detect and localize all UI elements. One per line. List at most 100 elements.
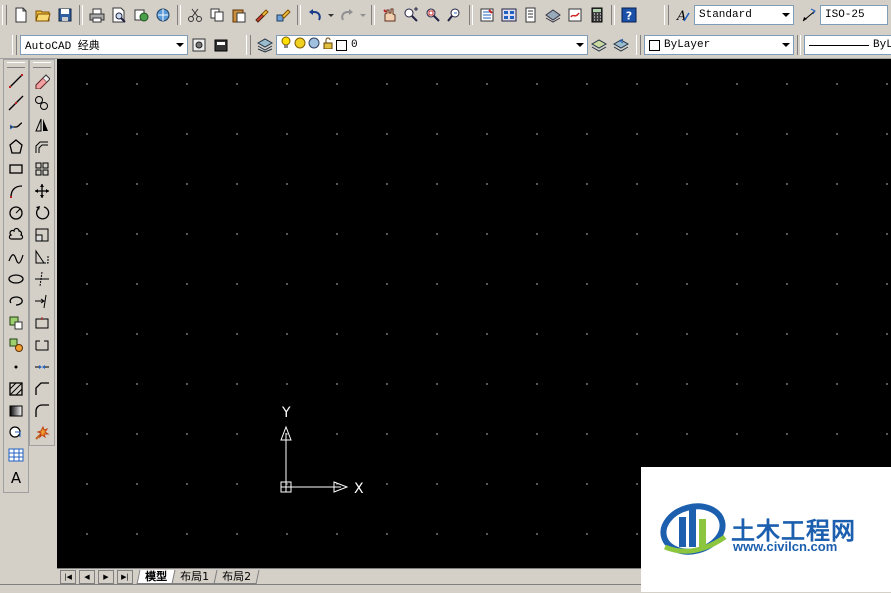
workspace-settings-icon[interactable] — [188, 34, 210, 56]
offset-icon[interactable] — [31, 136, 53, 158]
mirror-icon[interactable] — [31, 114, 53, 136]
hatch-icon[interactable] — [5, 378, 27, 400]
tab-layout1[interactable]: 布局1 — [171, 569, 218, 584]
zoom-previous-icon[interactable] — [444, 4, 466, 26]
viewport-sun-icon[interactable] — [308, 37, 320, 53]
layer-properties-icon[interactable] — [254, 34, 276, 56]
last-tab-icon[interactable]: ▶| — [117, 569, 133, 584]
dimension-style-icon[interactable] — [798, 4, 820, 26]
toolbar-grip[interactable] — [12, 35, 17, 55]
erase-icon[interactable] — [31, 70, 53, 92]
toolbar-grip[interactable] — [636, 35, 641, 55]
first-tab-icon[interactable]: |◀ — [60, 569, 76, 584]
dimension-style-select[interactable]: ISO-25 — [820, 5, 888, 25]
toolbar-grip[interactable] — [7, 62, 25, 68]
linetype-control-select[interactable]: ByLa — [804, 35, 891, 55]
ellipse-arc-icon[interactable] — [5, 290, 27, 312]
break-icon[interactable] — [31, 334, 53, 356]
tab-layout2[interactable]: 布局2 — [213, 569, 260, 584]
paste-icon[interactable] — [228, 4, 250, 26]
join-icon[interactable] — [31, 356, 53, 378]
prev-tab-icon[interactable]: ◀ — [79, 569, 95, 584]
cut-icon[interactable] — [184, 4, 206, 26]
properties-icon[interactable] — [476, 4, 498, 26]
chevron-down-icon[interactable] — [173, 37, 187, 53]
table-icon[interactable] — [5, 444, 27, 466]
pan-icon[interactable] — [378, 4, 400, 26]
design-center-icon[interactable] — [498, 4, 520, 26]
unlock-icon[interactable] — [322, 37, 334, 53]
chevron-down-icon[interactable] — [779, 37, 793, 53]
print-preview-icon[interactable] — [108, 4, 130, 26]
circle-icon[interactable] — [5, 202, 27, 224]
point-icon[interactable] — [5, 356, 27, 378]
calculator-icon[interactable] — [586, 4, 608, 26]
spline-icon[interactable] — [5, 246, 27, 268]
tab-model-label: 模型 — [145, 569, 168, 583]
undo-icon[interactable] — [304, 4, 326, 26]
layer-select[interactable]: 0 — [276, 35, 588, 55]
make-block-icon[interactable] — [5, 334, 27, 356]
scale-icon[interactable] — [31, 224, 53, 246]
polygon-icon[interactable] — [5, 136, 27, 158]
break-at-point-icon[interactable] — [31, 312, 53, 334]
save-icon[interactable] — [54, 4, 76, 26]
lightbulb-icon[interactable] — [280, 36, 292, 54]
make-object-layer-current-icon[interactable] — [588, 34, 610, 56]
help-icon[interactable]: ? — [618, 4, 640, 26]
markup-icon[interactable] — [564, 4, 586, 26]
revision-cloud-icon[interactable] — [5, 224, 27, 246]
chevron-down-icon[interactable] — [779, 7, 793, 23]
tab-model[interactable]: 模型 — [136, 569, 176, 584]
my-workspace-icon[interactable] — [210, 34, 232, 56]
layer-previous-icon[interactable] — [610, 34, 632, 56]
new-file-icon[interactable] — [10, 4, 32, 26]
toolbar-grip[interactable] — [246, 35, 251, 55]
workspace-select[interactable]: AutoCAD 经典 — [20, 35, 188, 55]
next-tab-icon[interactable]: ▶ — [98, 569, 114, 584]
publish-icon[interactable] — [130, 4, 152, 26]
copy-icon[interactable] — [206, 4, 228, 26]
match-properties-icon[interactable] — [250, 4, 272, 26]
stretch-icon[interactable] — [31, 246, 53, 268]
tool-palettes-icon[interactable] — [520, 4, 542, 26]
print-icon[interactable] — [86, 4, 108, 26]
extend-icon[interactable] — [31, 290, 53, 312]
toolbar-grip[interactable] — [2, 5, 7, 25]
move-icon[interactable] — [31, 180, 53, 202]
chamfer-icon[interactable] — [31, 378, 53, 400]
array-icon[interactable] — [31, 158, 53, 180]
construction-line-icon[interactable] — [5, 92, 27, 114]
zoom-window-icon[interactable] — [422, 4, 444, 26]
open-folder-icon[interactable] — [32, 4, 54, 26]
toolbar-grip[interactable] — [33, 62, 51, 68]
polyline-icon[interactable] — [5, 114, 27, 136]
trim-icon[interactable] — [31, 268, 53, 290]
3d-dwf-icon[interactable] — [152, 4, 174, 26]
zoom-realtime-icon[interactable] — [400, 4, 422, 26]
text-style-icon[interactable]: A — [672, 4, 694, 26]
sheet-set-icon[interactable] — [542, 4, 564, 26]
workspaces-toolbar: AutoCAD 经典 — [10, 33, 232, 57]
toolbar-grip[interactable] — [664, 5, 669, 25]
insert-block-icon[interactable] — [5, 312, 27, 334]
arc-icon[interactable] — [5, 180, 27, 202]
redo-dropdown-icon[interactable] — [358, 4, 368, 26]
undo-dropdown-icon[interactable] — [326, 4, 336, 26]
copy-object-icon[interactable] — [31, 92, 53, 114]
region-icon[interactable] — [5, 422, 27, 444]
ellipse-icon[interactable] — [5, 268, 27, 290]
multiline-text-icon[interactable]: A — [5, 466, 27, 488]
line-icon[interactable] — [5, 70, 27, 92]
sun-icon[interactable] — [294, 37, 306, 53]
color-control-select[interactable]: ByLayer — [644, 35, 794, 55]
text-style-select[interactable]: Standard — [694, 5, 794, 25]
rectangle-icon[interactable] — [5, 158, 27, 180]
explode-icon[interactable] — [31, 422, 53, 444]
gradient-icon[interactable] — [5, 400, 27, 422]
chevron-down-icon[interactable] — [573, 37, 587, 53]
fillet-icon[interactable] — [31, 400, 53, 422]
rotate-icon[interactable] — [31, 202, 53, 224]
block-editor-icon[interactable] — [272, 4, 294, 26]
redo-icon[interactable] — [336, 4, 358, 26]
